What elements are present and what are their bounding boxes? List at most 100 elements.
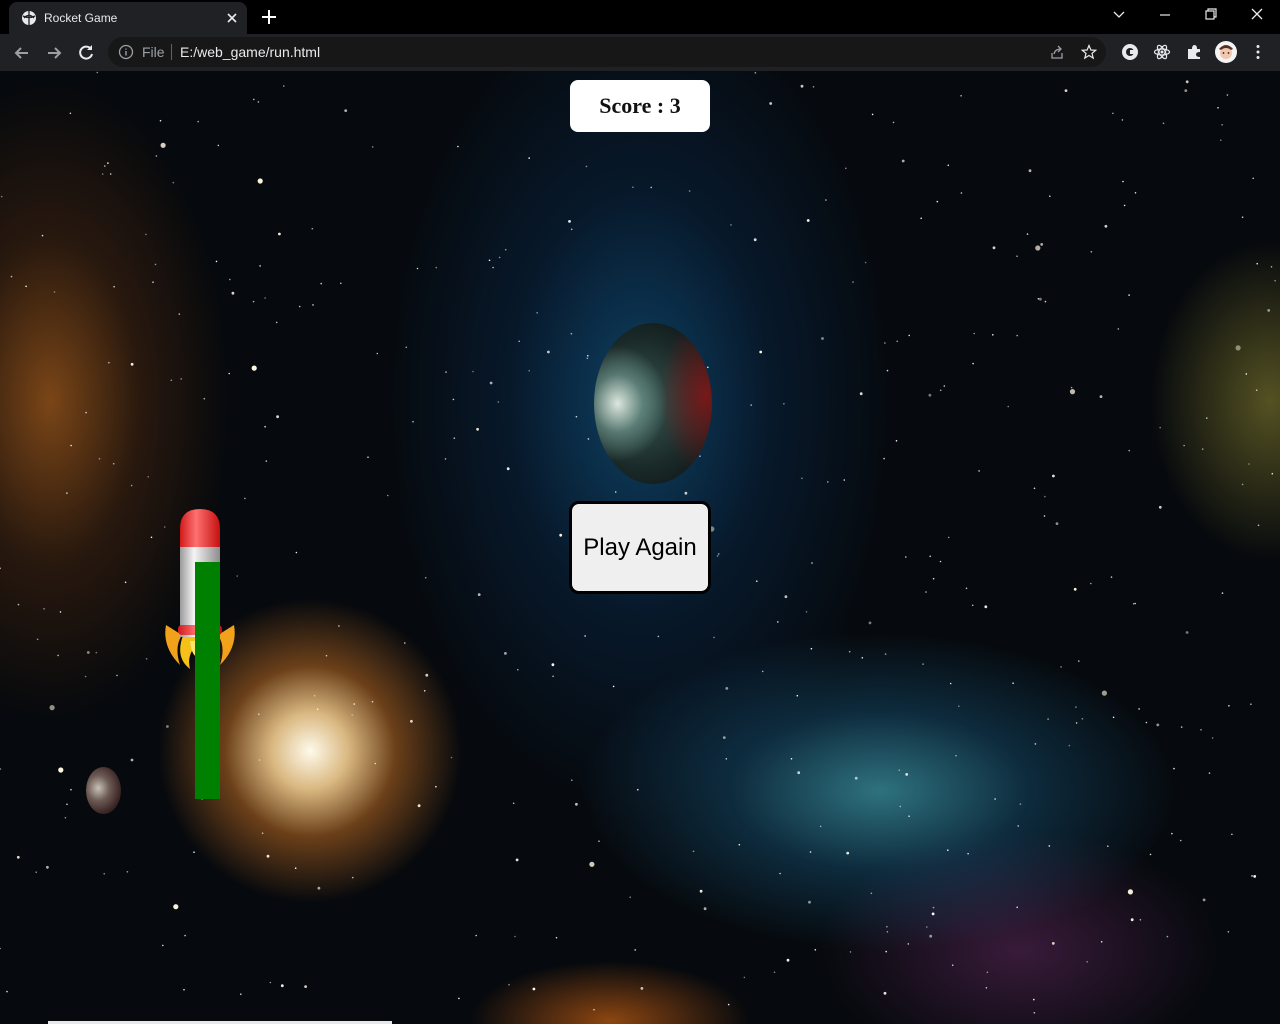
star xyxy=(124,581,127,584)
star xyxy=(376,352,379,355)
star xyxy=(1035,245,1041,251)
star xyxy=(215,260,218,263)
star xyxy=(575,415,578,418)
star xyxy=(1016,334,1018,337)
planet-large xyxy=(594,323,712,484)
chevron-down-icon[interactable] xyxy=(1107,5,1131,25)
star xyxy=(126,871,129,873)
star xyxy=(779,872,781,875)
star xyxy=(159,119,162,122)
star xyxy=(790,758,793,760)
star xyxy=(1112,112,1114,115)
minimize-icon[interactable] xyxy=(1153,5,1177,25)
star xyxy=(1034,743,1037,745)
star xyxy=(929,555,931,558)
star xyxy=(864,261,867,264)
address-bar[interactable]: File E:/web_game/run.html xyxy=(108,37,1106,67)
star xyxy=(589,861,595,867)
star xyxy=(971,604,974,607)
reload-icon[interactable] xyxy=(76,43,96,63)
star xyxy=(1241,483,1244,486)
star xyxy=(1033,998,1035,1001)
star xyxy=(827,481,829,483)
info-icon[interactable] xyxy=(118,44,134,60)
star xyxy=(650,186,652,189)
plus-icon[interactable] xyxy=(259,7,279,27)
star xyxy=(559,533,563,537)
star xyxy=(477,593,481,596)
star xyxy=(489,381,493,385)
star xyxy=(1049,195,1051,197)
forward-arrow-icon[interactable] xyxy=(44,43,64,63)
star xyxy=(258,713,260,715)
star xyxy=(116,674,118,677)
star xyxy=(811,562,813,564)
puzzle-icon[interactable] xyxy=(1185,43,1203,61)
star xyxy=(1037,298,1040,300)
star xyxy=(1068,744,1071,747)
star xyxy=(10,275,13,278)
star xyxy=(101,173,104,175)
star xyxy=(425,673,429,677)
star xyxy=(57,654,59,657)
play-again-button[interactable]: Play Again xyxy=(569,501,711,594)
avatar[interactable] xyxy=(1215,41,1237,63)
star xyxy=(784,595,788,599)
tab-favicon-icon xyxy=(22,11,36,25)
star xyxy=(166,725,169,728)
star xyxy=(252,300,255,303)
star xyxy=(0,195,3,198)
star xyxy=(70,788,72,791)
star xyxy=(926,926,928,928)
star xyxy=(925,591,927,593)
star xyxy=(1064,89,1068,92)
star xyxy=(637,788,639,791)
star xyxy=(730,224,732,226)
star xyxy=(1139,919,1142,921)
star xyxy=(1134,602,1137,605)
star xyxy=(1122,180,1124,183)
back-arrow-icon[interactable] xyxy=(12,43,32,63)
star xyxy=(41,234,44,237)
star-icon[interactable] xyxy=(1081,44,1097,60)
game-canvas[interactable]: Score : 3 Play Again xyxy=(0,71,1280,1024)
star xyxy=(69,112,72,115)
close-icon[interactable] xyxy=(224,10,240,26)
star xyxy=(70,444,72,447)
star xyxy=(472,370,474,373)
star xyxy=(528,157,530,159)
star xyxy=(898,769,900,771)
star xyxy=(1019,803,1022,805)
star xyxy=(298,305,301,308)
star xyxy=(985,987,988,989)
star xyxy=(453,437,456,440)
star xyxy=(180,378,182,380)
extension-icon[interactable] xyxy=(1153,43,1171,61)
star xyxy=(947,536,950,539)
star xyxy=(162,944,164,947)
star xyxy=(0,768,2,770)
star xyxy=(812,86,815,88)
star xyxy=(849,951,852,953)
star xyxy=(130,484,133,487)
star xyxy=(35,871,37,873)
share-icon[interactable] xyxy=(1049,44,1065,60)
window-close-icon[interactable] xyxy=(1245,5,1269,25)
url-text[interactable]: E:/web_game/run.html xyxy=(180,44,320,60)
star xyxy=(1128,294,1130,296)
play-again-label: Play Again xyxy=(583,533,697,561)
star xyxy=(586,357,589,360)
star xyxy=(920,217,922,220)
restore-icon[interactable] xyxy=(1199,5,1223,25)
star xyxy=(796,694,799,697)
star xyxy=(575,802,578,806)
kebab-menu-icon[interactable] xyxy=(1249,43,1267,61)
extension-icon[interactable] xyxy=(1121,43,1139,61)
star xyxy=(868,621,872,625)
star xyxy=(750,404,752,406)
star xyxy=(806,219,810,222)
star xyxy=(756,580,758,582)
star xyxy=(1166,935,1169,938)
star xyxy=(1217,107,1219,109)
tab-rocket-game[interactable]: Rocket Game xyxy=(9,2,247,34)
